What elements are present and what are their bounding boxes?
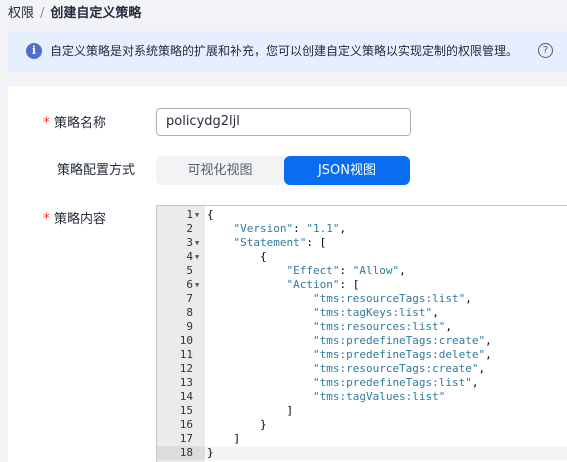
line-number: 10: [157, 334, 205, 348]
line-number-text: 16: [179, 418, 193, 431]
line-number-text: 3: [186, 236, 193, 249]
line-number: 4 ▼: [157, 250, 205, 264]
line-number-text: 4: [186, 250, 193, 263]
line-number-text: 18: [179, 446, 193, 459]
line-number: 18: [157, 446, 205, 460]
line-number-text: 14: [179, 390, 193, 403]
code-line[interactable]: "tms:resourceTags:create",: [207, 362, 485, 376]
visual-view-button[interactable]: 可视化视图: [156, 156, 284, 185]
line-number-text: 9: [186, 320, 193, 333]
line-number-text: 11: [179, 348, 193, 361]
policy-name-input[interactable]: policydg2ljl: [156, 108, 411, 136]
policy-content-label: * 策略内容: [43, 210, 106, 229]
help-icon[interactable]: ?: [538, 43, 553, 58]
policy-content-label-text: 策略内容: [54, 212, 107, 227]
code-line[interactable]: "Action": [: [207, 278, 359, 292]
line-number-text: 15: [179, 404, 193, 417]
fold-toggle-icon[interactable]: ▼: [195, 236, 199, 250]
line-number-text: 5: [186, 264, 193, 277]
info-banner-text: 自定义策略是对系统策略的扩展和补充，您可以创建自定义策略以实现定制的权限管理。: [50, 44, 519, 58]
breadcrumb: 权限 / 创建自定义策略: [8, 5, 141, 23]
breadcrumb-permissions-link[interactable]: 权限: [8, 6, 34, 21]
line-number-text: 10: [179, 334, 193, 347]
line-number: 6 ▼: [157, 278, 205, 292]
required-mark: *: [43, 115, 50, 131]
fold-toggle-icon[interactable]: ▼: [195, 250, 199, 264]
config-mode-label: 策略配置方式: [57, 163, 136, 178]
editor-gutter: 1 ▼ 2 3 ▼ 4 ▼ 5 6 ▼ 7 8 9 10 11 12 13 14 15 16 17 18: [157, 206, 205, 462]
code-line[interactable]: {: [207, 208, 214, 222]
line-number-text: 13: [179, 376, 193, 389]
fold-toggle-icon[interactable]: ▼: [195, 208, 199, 222]
line-number: 5: [157, 264, 205, 278]
code-line[interactable]: "tms:resourceTags:list",: [207, 292, 472, 306]
code-line[interactable]: {: [207, 250, 267, 264]
active-line-highlight: [205, 446, 567, 460]
line-number: 1 ▼: [157, 208, 205, 222]
json-view-button[interactable]: JSON视图: [284, 156, 410, 185]
code-line[interactable]: "Effect": "Allow",: [207, 264, 405, 278]
line-number: 7: [157, 292, 205, 306]
json-code-editor[interactable]: 1 ▼ 2 3 ▼ 4 ▼ 5 6 ▼ 7 8 9 10 11 12 13 14 15 16 17 18 { "Versi…: [156, 205, 567, 462]
code-line[interactable]: "tms:tagValues:list": [207, 390, 445, 404]
code-line[interactable]: "tms:resources:list",: [207, 320, 452, 334]
line-number: 15: [157, 404, 205, 418]
line-number: 2: [157, 222, 205, 236]
line-number: 17: [157, 432, 205, 446]
line-number-text: 2: [186, 222, 193, 235]
fold-toggle-icon[interactable]: ▼: [195, 278, 199, 292]
config-mode-toggle: 可视化视图 JSON视图: [156, 156, 410, 185]
line-number: 16: [157, 418, 205, 432]
code-line[interactable]: "tms:predefineTags:list",: [207, 376, 479, 390]
line-number-text: 7: [186, 292, 193, 305]
breadcrumb-current: 创建自定义策略: [50, 6, 142, 21]
code-line[interactable]: }: [207, 446, 214, 460]
code-line[interactable]: "Version": "1.1",: [207, 222, 347, 236]
line-number: 14: [157, 390, 205, 404]
required-mark-content: *: [43, 211, 50, 227]
line-number: 13: [157, 376, 205, 390]
code-line[interactable]: ]: [207, 432, 240, 446]
policy-name-label: * 策略名称: [43, 114, 106, 133]
line-number: 9: [157, 320, 205, 334]
line-number: 12: [157, 362, 205, 376]
policy-name-label-text: 策略名称: [54, 116, 107, 131]
line-number-text: 17: [179, 432, 193, 445]
code-line[interactable]: "tms:predefineTags:create",: [207, 334, 492, 348]
line-number: 3 ▼: [157, 236, 205, 250]
code-line[interactable]: "Statement": [: [207, 236, 327, 250]
code-line[interactable]: ]: [207, 404, 293, 418]
line-number-text: 6: [186, 278, 193, 291]
info-icon: i: [26, 43, 42, 59]
line-number-text: 1: [186, 208, 193, 221]
code-line[interactable]: }: [207, 418, 267, 432]
line-number: 11: [157, 348, 205, 362]
line-number-text: 12: [179, 362, 193, 375]
breadcrumb-separator: /: [40, 6, 45, 21]
code-line[interactable]: "tms:tagKeys:list",: [207, 306, 439, 320]
code-line[interactable]: "tms:predefineTags:delete",: [207, 348, 492, 362]
line-number-text: 8: [186, 306, 193, 319]
line-number: 8: [157, 306, 205, 320]
info-banner: i 自定义策略是对系统策略的扩展和补充，您可以创建自定义策略以实现定制的权限管理…: [8, 31, 567, 72]
